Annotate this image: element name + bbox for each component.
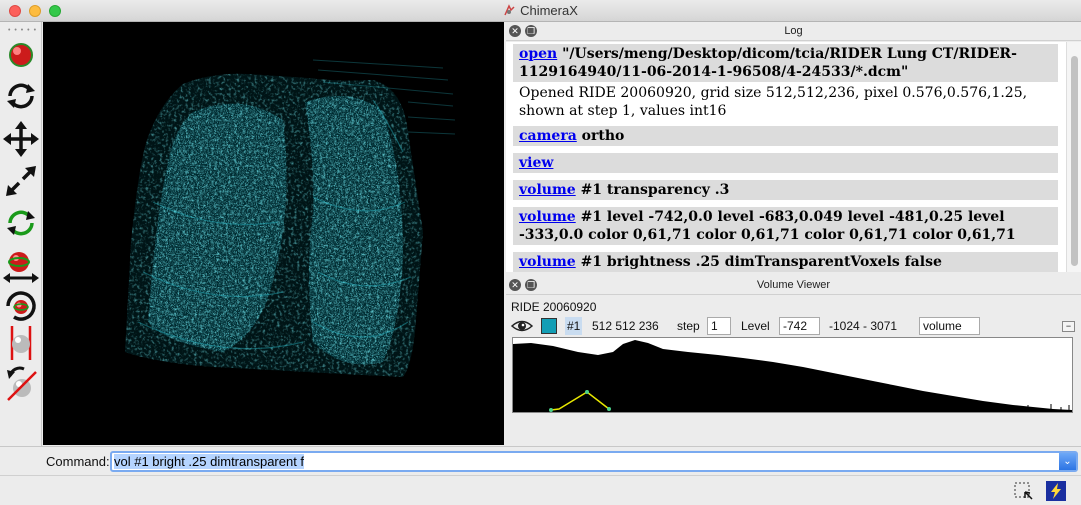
mouse-mode-toolbar: • • • • • [0, 22, 42, 474]
log-entry: volume #1 level -742,0.0 level -683,0.04… [513, 207, 1058, 245]
log-entry: open "/Users/meng/Desktop/dicom/tcia/RID… [513, 44, 1058, 82]
select-icon[interactable] [1012, 480, 1034, 502]
volume-controls-row: #1 512 512 236 step 1 Level -742 -1024 -… [511, 317, 1081, 337]
level-field[interactable]: -742 [779, 317, 820, 335]
volume-viewer-title: Volume Viewer [756, 279, 831, 291]
log-entry: volume #1 transparency .3 [513, 180, 1058, 200]
status-bar [0, 475, 1081, 505]
close-icon[interactable]: ✕ [509, 25, 521, 37]
translate-selected-icon[interactable] [2, 246, 40, 284]
command-args: "/Users/meng/Desktop/dicom/tcia/RIDER Lu… [519, 46, 1017, 80]
window-title: ChimeraX [520, 3, 578, 18]
command-args: #1 transparency .3 [580, 182, 730, 198]
level-label: Level [741, 319, 770, 333]
command-line-bar: Command: vol #1 bright .25 dimtransparen… [0, 446, 1081, 474]
log-title: Log [784, 25, 803, 37]
rotate-selected-icon[interactable] [2, 204, 40, 242]
volume-viewer-panel: RIDE 20060920 #1 512 512 236 step 1 Leve… [506, 296, 1081, 446]
toolbar-grip[interactable]: • • • • • [8, 27, 37, 34]
log-scrollbar[interactable] [1066, 42, 1081, 272]
command-link[interactable]: camera [519, 128, 577, 144]
title-bar: ChimeraX [0, 0, 1081, 22]
undock-icon[interactable]: ❐ [525, 279, 537, 291]
command-text: vol #1 bright .25 dimtransparent f [114, 454, 305, 469]
command-args: #1 level -742,0.0 level -683,0.049 level… [519, 209, 1016, 243]
command-link[interactable]: volume [519, 182, 576, 198]
log-entry: camera ortho [513, 126, 1058, 146]
graphics-viewport[interactable] [43, 22, 504, 445]
pivot-icon[interactable] [2, 286, 40, 324]
close-icon[interactable]: ✕ [509, 279, 521, 291]
command-args: #1 brightness .25 dimTransparentVoxels f… [580, 254, 942, 270]
lung-volume-rendering [125, 59, 456, 377]
command-link[interactable]: view [519, 155, 553, 171]
color-swatch[interactable] [541, 318, 557, 334]
step-field[interactable]: 1 [707, 317, 731, 335]
zoom-icon[interactable] [2, 162, 40, 200]
style-menu[interactable]: volume [919, 317, 980, 335]
volume-viewer-header: ✕ ❐ Volume Viewer [506, 276, 1081, 295]
clip-rotate-icon[interactable] [2, 364, 40, 402]
lightning-icon[interactable] [1045, 480, 1067, 502]
command-link[interactable]: volume [519, 254, 576, 270]
red-ball-icon[interactable] [2, 36, 40, 74]
model-id: #1 [565, 317, 583, 335]
log-panel-header: ✕ ❐ Log [506, 22, 1081, 41]
command-args: ortho [581, 128, 625, 144]
log-panel[interactable]: open "/Users/meng/Desktop/dicom/tcia/RID… [506, 42, 1066, 272]
command-input[interactable]: vol #1 bright .25 dimtransparent f ⌄ [110, 451, 1078, 472]
histogram-plot [513, 340, 1072, 412]
step-label: step [677, 319, 700, 333]
log-message: Opened RIDE 20060920, grid size 512,512,… [519, 85, 1028, 119]
undock-icon[interactable]: ❐ [525, 25, 537, 37]
command-link[interactable]: volume [519, 209, 576, 225]
log-entry: volume #1 brightness .25 dimTransparentV… [513, 252, 1058, 272]
history-dropdown-button[interactable]: ⌄ [1059, 453, 1076, 470]
command-label: Command: [46, 454, 110, 469]
log-scroll-thumb[interactable] [1071, 56, 1078, 266]
value-range: -1024 - 3071 [829, 319, 898, 333]
eye-icon[interactable] [511, 318, 533, 334]
command-link[interactable]: open [519, 46, 557, 62]
volume-size: 512 512 236 [592, 319, 659, 333]
clip-icon[interactable] [2, 324, 40, 362]
volume-name: RIDE 20060920 [511, 300, 597, 314]
chimerax-app-icon [504, 4, 515, 16]
log-entry: view [513, 153, 1058, 173]
collapse-button[interactable]: − [1062, 321, 1075, 332]
histogram[interactable] [512, 337, 1073, 413]
rotate-icon[interactable] [2, 77, 40, 115]
translate-icon[interactable] [2, 120, 40, 158]
